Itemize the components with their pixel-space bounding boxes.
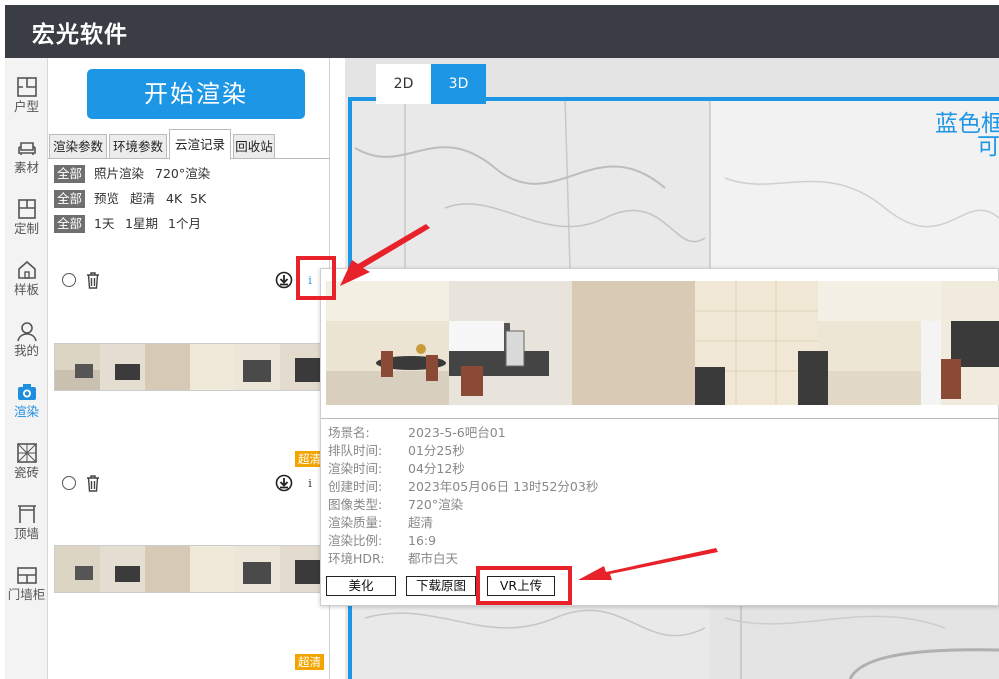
info-key: 排队时间: (328, 443, 383, 458)
tab-cloud-records[interactable]: 云渲记录 (169, 129, 231, 160)
info-key: 渲染质量: (328, 515, 383, 530)
panorama-thumbnail (55, 344, 323, 390)
ceiling-icon (17, 505, 36, 523)
filter-option[interactable]: 超清 (130, 190, 155, 208)
render-tabs: 渲染参数 环境参数 云渲记录 回收站 (48, 129, 330, 160)
nav-item-material[interactable]: 素材 (5, 131, 48, 189)
nav-item-ceiling[interactable]: 顶墙 (5, 497, 48, 555)
user-icon (16, 322, 37, 342)
quality-badge: 超清 (295, 654, 324, 670)
info-key: 渲染时间: (328, 461, 383, 476)
house-icon (17, 260, 36, 279)
info-value: 04分12秒 (408, 461, 465, 476)
app-title: 宏光软件 (32, 22, 128, 48)
filter-option[interactable]: 4K (166, 190, 182, 208)
nav-item-showroom[interactable]: 样板 (5, 253, 48, 311)
filter-option[interactable]: 1星期 (125, 215, 158, 233)
filter-all[interactable]: 全部 (54, 165, 86, 183)
sofa-icon (17, 142, 36, 155)
cabinet-icon (17, 199, 36, 219)
view-2d-button[interactable]: 2D (376, 64, 431, 104)
left-nav: 户型 素材 定制 样板 我的 渲染 瓷砖 顶墙 门墙柜 (5, 58, 48, 679)
nav-label: 瓷砖 (13, 465, 39, 480)
panorama-thumbnail (55, 546, 323, 592)
start-render-button[interactable]: 开始渲染 (87, 69, 305, 119)
highlight-box-vr-upload (476, 566, 572, 605)
record-thumbnail[interactable] (54, 343, 324, 391)
nav-label: 素材 (13, 160, 39, 175)
info-key: 环境HDR: (328, 551, 385, 566)
select-radio[interactable] (62, 273, 76, 287)
nav-item-render[interactable]: 渲染 (5, 375, 48, 433)
info-key: 图像类型: (328, 497, 383, 512)
filter-all[interactable]: 全部 (54, 190, 86, 208)
nav-item-tile[interactable]: 瓷砖 (5, 436, 48, 494)
record-thumbnail[interactable] (54, 545, 324, 593)
nav-item-door-cabinet[interactable]: 门墙柜 (5, 558, 48, 616)
nav-item-layout[interactable]: 户型 (5, 70, 48, 128)
info-value: 都市白天 (408, 551, 459, 566)
tab-render-params[interactable]: 渲染参数 (49, 134, 107, 159)
render-detail-popup: 场景名: 2023-5-6吧台01 排队时间: 01分25秒 渲染时间: 04分12秒… (320, 268, 999, 606)
info-value: 2023年05月06日 13时52分03秒 (408, 479, 599, 494)
nav-label: 门墙柜 (7, 587, 46, 602)
trash-icon[interactable] (84, 474, 102, 492)
filter-option[interactable]: 5K (190, 190, 206, 208)
nav-label: 我的 (13, 343, 39, 358)
floorplan-icon (16, 77, 37, 97)
nav-item-mine[interactable]: 我的 (5, 314, 48, 372)
render-panel: 开始渲染 渲染参数 环境参数 云渲记录 回收站 全部 照片渲染 720°渲染 全… (48, 58, 330, 679)
tile-icon (16, 443, 37, 463)
tab-env-params[interactable]: 环境参数 (109, 134, 167, 159)
panorama-preview[interactable] (326, 281, 999, 405)
highlight-box-info (296, 256, 336, 300)
info-key: 场景名: (328, 425, 370, 440)
download-icon[interactable] (275, 474, 293, 492)
info-value: 2023-5-6吧台01 (408, 425, 506, 440)
info-value: 720°渲染 (408, 497, 464, 512)
info-key: 创建时间: (328, 479, 383, 494)
download-icon[interactable] (275, 271, 293, 289)
nav-label: 户型 (13, 99, 39, 114)
nav-item-custom[interactable]: 定制 (5, 192, 48, 250)
view-3d-button[interactable]: 3D (431, 64, 486, 104)
scene-overlay-text: 可 (977, 134, 999, 160)
nav-label: 渲染 (13, 404, 39, 419)
filter-option[interactable]: 1天 (94, 215, 114, 233)
filter-option[interactable]: 预览 (94, 190, 119, 208)
tab-recycle-bin[interactable]: 回收站 (233, 134, 275, 159)
info-value: 01分25秒 (408, 443, 465, 458)
trash-icon[interactable] (84, 271, 102, 289)
beautify-button[interactable]: 美化 (326, 576, 396, 596)
panorama-image (326, 281, 999, 405)
filter-option[interactable]: 1个月 (168, 215, 201, 233)
door-cabinet-icon (16, 567, 37, 584)
camera-icon (17, 384, 36, 400)
filter-option[interactable]: 照片渲染 (94, 165, 144, 183)
info-value: 16:9 (408, 533, 437, 548)
filter-option[interactable]: 720°渲染 (155, 165, 210, 183)
nav-label: 顶墙 (13, 526, 39, 541)
filter-all[interactable]: 全部 (54, 215, 86, 233)
download-original-button[interactable]: 下载原图 (406, 576, 476, 596)
info-button[interactable]: i (304, 473, 316, 495)
nav-label: 样板 (13, 282, 39, 297)
info-value: 超清 (408, 515, 434, 530)
divider (321, 418, 999, 419)
title-bar: 宏光软件 (0, 0, 999, 58)
select-radio[interactable] (62, 476, 76, 490)
scene-overlay-text: 蓝色框 (935, 111, 999, 137)
nav-label: 定制 (13, 221, 39, 236)
info-key: 渲染比例: (328, 533, 383, 548)
